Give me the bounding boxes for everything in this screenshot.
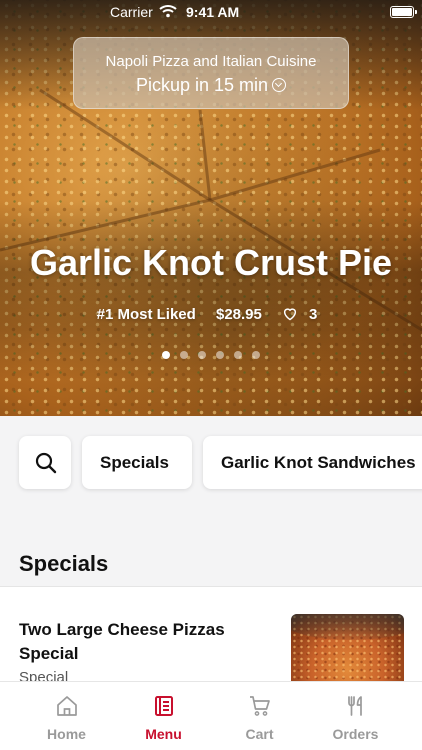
tab-label: Cart [245, 726, 274, 742]
carousel-indicator[interactable] [0, 351, 422, 359]
restaurant-pickup-pill[interactable]: Napoli Pizza and Italian Cuisine Pickup … [73, 37, 349, 109]
search-icon [35, 452, 57, 474]
tab-label: Orders [332, 726, 379, 742]
search-button[interactable] [19, 436, 71, 489]
category-bar: Specials Garlic Knot Sandwiches [0, 436, 422, 490]
carousel-dot[interactable] [180, 351, 188, 359]
clock: 9:41 AM [186, 4, 240, 20]
menu-item-card[interactable]: Two Large Cheese Pizzas Special Special [0, 587, 422, 694]
home-icon [56, 696, 77, 716]
battery-icon [390, 6, 417, 18]
hero-banner[interactable]: Napoli Pizza and Italian Cuisine Pickup … [0, 0, 422, 416]
heart-icon [283, 308, 297, 321]
category-chip-specials[interactable]: Specials [82, 436, 192, 489]
carousel-dot[interactable] [216, 351, 224, 359]
tab-cart[interactable]: Cart [207, 682, 312, 750]
section-title: Specials [19, 551, 109, 576]
tab-label: Menu [145, 726, 182, 742]
tab-label: Home [47, 726, 86, 742]
menu-item-title: Two Large Cheese Pizzas Special [19, 620, 225, 663]
featured-item-meta: #1 Most Liked $28.95 3 [0, 306, 422, 323]
tab-home[interactable]: Home [14, 682, 119, 750]
featured-item-price: $28.95 [215, 306, 262, 323]
carousel-dot[interactable] [198, 351, 206, 359]
category-chip-garlic-knot-sandwiches[interactable]: Garlic Knot Sandwiches [203, 436, 422, 489]
carousel-dot[interactable] [252, 351, 260, 359]
restaurant-name: Napoli Pizza and Italian Cuisine [105, 53, 317, 70]
tab-bar: Home Menu Cart Orders [0, 681, 422, 750]
fork-knife-icon [347, 696, 362, 716]
carousel-dot[interactable] [234, 351, 242, 359]
cart-icon [249, 696, 270, 716]
carrier-label: Carrier [110, 4, 153, 20]
pickup-time[interactable]: Pickup in 15 min [74, 75, 348, 96]
pickup-time-label: Pickup in 15 min [135, 75, 269, 95]
carousel-dot[interactable] [162, 351, 170, 359]
menu-icon [154, 696, 173, 716]
wifi-icon [159, 5, 177, 18]
tab-orders[interactable]: Orders [303, 682, 408, 750]
status-bar: Carrier 9:41 AM [0, 0, 422, 24]
featured-item-title: Garlic Knot Crust Pie [29, 242, 393, 283]
like-count-value: 3 [309, 306, 318, 323]
most-liked-badge: #1 Most Liked [96, 306, 196, 323]
tab-menu[interactable]: Menu [111, 682, 216, 750]
like-count[interactable]: 3 [282, 306, 325, 323]
chevron-down-circle-icon [272, 78, 287, 92]
